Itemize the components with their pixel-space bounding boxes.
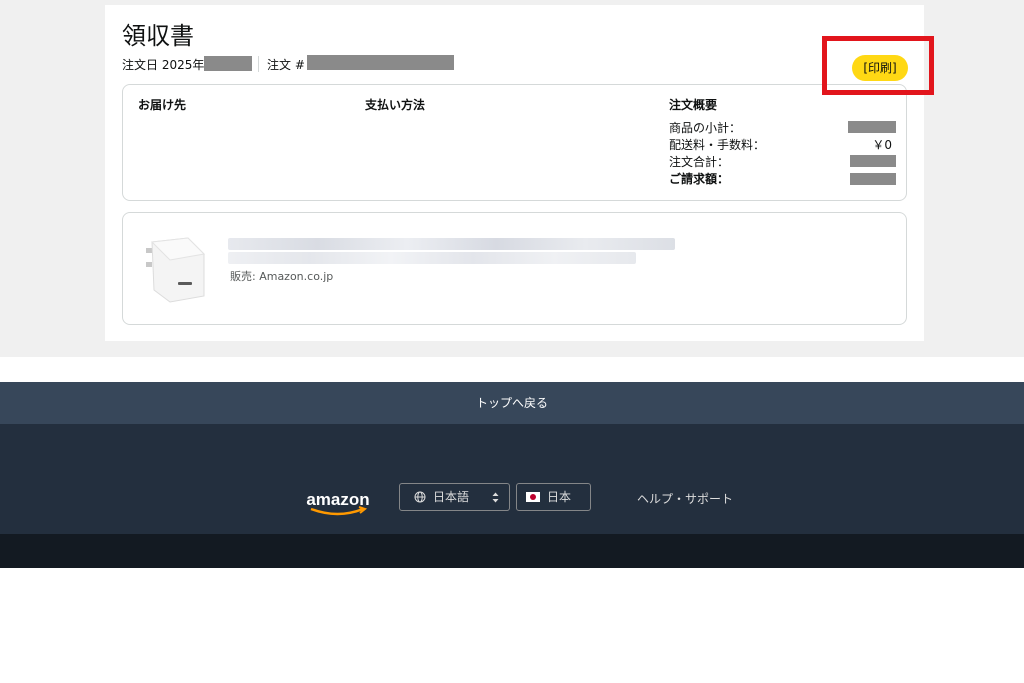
order-item-panel: 販売: Amazon.co.jp bbox=[122, 212, 907, 325]
sort-arrows-icon bbox=[492, 492, 499, 503]
footer-bottom-bar bbox=[0, 534, 1024, 568]
billed-amount-label: ご請求額： bbox=[669, 172, 730, 186]
country-label: 日本 bbox=[547, 490, 572, 504]
print-highlight-box bbox=[822, 36, 934, 95]
payment-method-heading: 支払い方法 bbox=[365, 98, 426, 112]
redacted-order-total bbox=[850, 155, 896, 167]
receipt-card: 領収書 注文日 2025年 注文 # [印刷] お届け先 支払い方法 注文概要 … bbox=[105, 5, 924, 341]
amazon-logo[interactable]: amazon bbox=[303, 489, 373, 519]
product-image[interactable] bbox=[140, 234, 212, 306]
footer: amazon 日本語 日本 ヘルプ・サポート bbox=[0, 424, 1024, 534]
divider bbox=[258, 56, 259, 72]
order-date-label: 注文日 2025年 bbox=[122, 58, 205, 72]
order-summary-heading: 注文概要 bbox=[669, 98, 718, 112]
redacted-order-number bbox=[307, 55, 454, 70]
product-title-blurred[interactable] bbox=[228, 238, 675, 250]
redacted-order-date bbox=[204, 56, 252, 71]
order-total-label: 注文合計： bbox=[669, 155, 730, 169]
help-support-link[interactable]: ヘルプ・サポート bbox=[637, 490, 733, 507]
page-title: 領収書 bbox=[122, 22, 194, 50]
back-to-top-button[interactable]: トップへ戻る bbox=[0, 382, 1024, 424]
language-selector[interactable]: 日本語 bbox=[399, 483, 510, 511]
shipping-address-heading: お届け先 bbox=[138, 98, 187, 112]
product-title-blurred-line2 bbox=[228, 252, 636, 264]
redacted-billed-amount bbox=[850, 173, 896, 185]
shipping-fee-label: 配送料・手数料： bbox=[669, 138, 766, 152]
subtotal-label: 商品の小計： bbox=[669, 121, 742, 135]
seller-info: 販売: Amazon.co.jp bbox=[230, 270, 334, 283]
globe-icon bbox=[414, 491, 426, 503]
country-selector[interactable]: 日本 bbox=[516, 483, 591, 511]
logo-text: amazon bbox=[306, 490, 369, 509]
japan-flag-icon bbox=[526, 492, 540, 502]
shipping-fee-value: ￥0 bbox=[872, 138, 892, 152]
redacted-subtotal bbox=[848, 121, 896, 133]
order-number-label: 注文 # bbox=[267, 58, 305, 72]
order-summary-panel: お届け先 支払い方法 注文概要 商品の小計： 配送料・手数料： ￥0 注文合計：… bbox=[122, 84, 907, 201]
language-label: 日本語 bbox=[433, 490, 470, 504]
